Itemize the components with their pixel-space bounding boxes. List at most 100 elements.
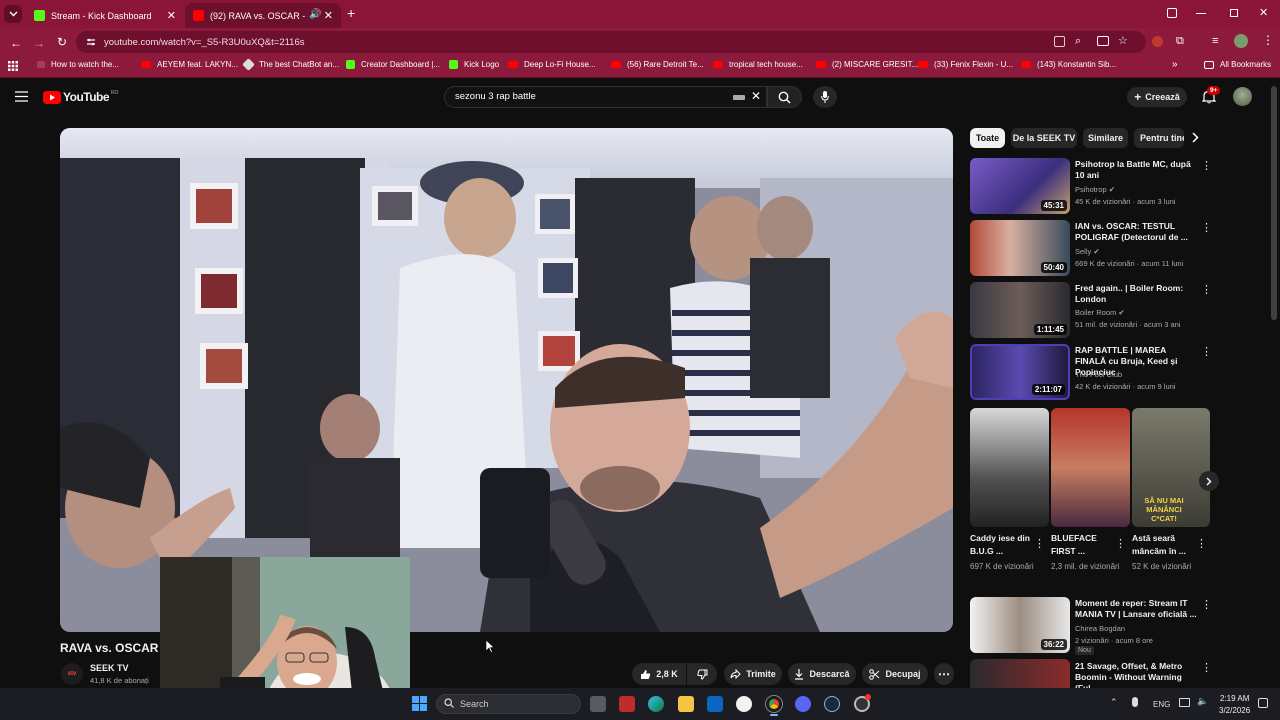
chip-related[interactable]: Similare	[1083, 128, 1128, 148]
reload-icon[interactable]: ↻	[57, 35, 67, 49]
taskbar-search-box[interactable]	[436, 694, 581, 714]
translate-icon[interactable]	[1054, 36, 1065, 47]
itunes-icon[interactable]	[736, 696, 752, 712]
like-button[interactable]: 2,8 K	[632, 663, 686, 685]
bookmark-item[interactable]: AEYEM feat. LAKYN...	[141, 60, 238, 69]
youtube-logo[interactable]: YouTube RO	[43, 90, 119, 104]
rec-channel[interactable]: Psihotrop ✔	[1075, 184, 1115, 195]
puzzle-extensions-icon[interactable]: ⧉	[1176, 35, 1184, 48]
page-scrollbar[interactable]	[1271, 86, 1277, 320]
rec-thumbnail[interactable]: 2:11:07	[970, 344, 1070, 400]
rec-thumbnail[interactable]	[970, 659, 1070, 688]
site-info-icon[interactable]	[86, 37, 96, 47]
new-tab-button[interactable]: +	[347, 5, 355, 21]
notification-center-icon[interactable]	[1258, 698, 1268, 708]
search-button[interactable]	[767, 86, 802, 108]
cast-icon[interactable]	[1097, 36, 1109, 46]
rec-thumbnail[interactable]: 50:40	[970, 220, 1070, 276]
short-thumbnail[interactable]	[1051, 408, 1130, 527]
speaker-icon[interactable]: 🔊	[309, 9, 321, 20]
snipping-tool-icon[interactable]	[619, 696, 635, 712]
rec-menu-icon[interactable]: ⋮	[1201, 661, 1212, 674]
hamburger-menu-icon[interactable]	[15, 91, 28, 102]
chips-next-chevron-icon[interactable]	[1192, 132, 1199, 143]
tab-search-button[interactable]	[4, 5, 22, 23]
bookmark-item[interactable]: (2) MISCARE GRESIT...	[816, 60, 918, 69]
rec-title[interactable]: Fred again.. | Boiler Room: London	[1075, 283, 1197, 305]
chip-for-you[interactable]: Pentru tine	[1134, 128, 1184, 148]
shorts-next-button[interactable]	[1199, 471, 1219, 491]
windows-start-icon[interactable]	[412, 696, 427, 711]
rec-menu-icon[interactable]: ⋮	[1201, 159, 1212, 172]
channel-avatar[interactable]: stv	[61, 663, 83, 685]
share-button[interactable]: Trimite	[724, 663, 782, 685]
network-icon[interactable]	[1179, 698, 1190, 707]
file-explorer-icon[interactable]	[678, 696, 694, 712]
extension-window-icon[interactable]	[1167, 8, 1177, 18]
rec-menu-icon[interactable]: ⋮	[1201, 598, 1212, 611]
window-close-icon[interactable]: ✕	[1259, 6, 1268, 19]
close-icon[interactable]: ✕	[324, 9, 333, 22]
steam-icon[interactable]	[824, 696, 840, 712]
rec-thumbnail[interactable]: 1:11:45	[970, 282, 1070, 338]
tab-kick-dashboard[interactable]: Stream - Kick Dashboard ✕	[26, 3, 184, 28]
rec-menu-icon[interactable]: ⋮	[1201, 221, 1212, 234]
task-view-icon[interactable]	[590, 696, 606, 712]
rec-menu-icon[interactable]: ⋮	[1201, 345, 1212, 358]
tab-youtube-video[interactable]: (92) RAVA vs. OSCAR - Rap 🔊 ✕	[185, 3, 341, 28]
bookmark-item[interactable]: tropical tech house...	[713, 60, 803, 69]
keyboard-icon[interactable]	[733, 95, 745, 100]
short-title[interactable]: Astă seară mâncăm în ...	[1132, 532, 1194, 558]
rec-title[interactable]: Psihotrop la Battle MC, după 10 ani	[1075, 159, 1197, 181]
rec-channel[interactable]: Boiler Room ✔	[1075, 307, 1125, 318]
rec-thumbnail[interactable]: 45:31	[970, 158, 1070, 214]
short-menu-icon[interactable]: ⋮	[1196, 537, 1207, 550]
extension-icon[interactable]	[1152, 36, 1163, 47]
minimize-icon[interactable]	[1196, 13, 1206, 14]
create-button[interactable]: + Creează	[1127, 87, 1187, 107]
download-button[interactable]: Descarcă	[788, 663, 856, 685]
short-menu-icon[interactable]: ⋮	[1115, 537, 1126, 550]
close-icon[interactable]: ✕	[167, 9, 176, 22]
microphone-tray-icon[interactable]	[1132, 697, 1138, 707]
short-title[interactable]: BLUEFACE FIRST ...	[1051, 532, 1113, 558]
maximize-icon[interactable]	[1230, 9, 1238, 17]
rec-thumbnail[interactable]: 36:22	[970, 597, 1070, 653]
short-thumbnail[interactable]: SĂ NU MAI MÂNÂNCI C*CAT!	[1132, 408, 1210, 527]
rec-menu-icon[interactable]: ⋮	[1201, 283, 1212, 296]
volume-icon[interactable]: 🔈	[1197, 696, 1208, 707]
short-title[interactable]: Caddy iese din B.U.G ...	[970, 532, 1032, 558]
browser-menu-icon[interactable]: ⋮	[1262, 33, 1274, 47]
bookmark-item[interactable]: Deep Lo-Fi House...	[508, 60, 596, 69]
bookmark-star-icon[interactable]: ☆	[1118, 34, 1128, 47]
apps-grid-icon[interactable]	[8, 61, 18, 71]
bookmark-item[interactable]: The best ChatBot an...	[242, 58, 339, 71]
clip-button[interactable]: Decupaj	[862, 663, 928, 685]
short-thumbnail[interactable]	[970, 408, 1049, 527]
clock-time[interactable]: 2:19 AM	[1220, 694, 1249, 703]
voice-search-button[interactable]	[813, 86, 837, 108]
rec-channel[interactable]: Selly ✔	[1075, 246, 1100, 257]
channel-name[interactable]: SEEK TV	[90, 663, 129, 673]
bookmark-item[interactable]: How to watch the...	[37, 60, 119, 69]
chip-all[interactable]: Toate	[970, 128, 1005, 148]
bookmark-item[interactable]: (33) Fenix Flexin - U...	[918, 60, 1013, 69]
more-actions-button[interactable]: ⋯	[934, 663, 954, 685]
clear-search-icon[interactable]: ✕	[751, 89, 761, 103]
bookmark-item[interactable]: Creator Dashboard |...	[346, 60, 440, 69]
clock-date[interactable]: 3/2/2026	[1219, 706, 1250, 715]
dislike-button[interactable]	[687, 663, 717, 685]
chip-from-channel[interactable]: De la SEEK TV	[1011, 128, 1077, 148]
outlook-icon[interactable]	[707, 696, 723, 712]
tray-overflow-icon[interactable]: ⌃	[1110, 697, 1118, 708]
bookmarks-overflow-icon[interactable]: »	[1172, 59, 1178, 70]
bookmark-item[interactable]: Kick Logo	[449, 60, 499, 69]
reading-list-icon[interactable]: ≡	[1212, 35, 1218, 47]
all-bookmarks-folder[interactable]: All Bookmarks	[1204, 60, 1271, 69]
rec-title[interactable]: IAN vs. OSCAR: TESTUL POLIGRAF (Detector…	[1075, 221, 1197, 243]
rec-channel[interactable]: The Fool Club	[1075, 369, 1122, 380]
short-menu-icon[interactable]: ⋮	[1034, 537, 1045, 550]
forward-icon[interactable]: →	[33, 36, 45, 50]
bookmark-item[interactable]: (143) Konstantin Sib...	[1021, 60, 1116, 69]
rec-channel[interactable]: Chirea Bogdan	[1075, 623, 1125, 634]
